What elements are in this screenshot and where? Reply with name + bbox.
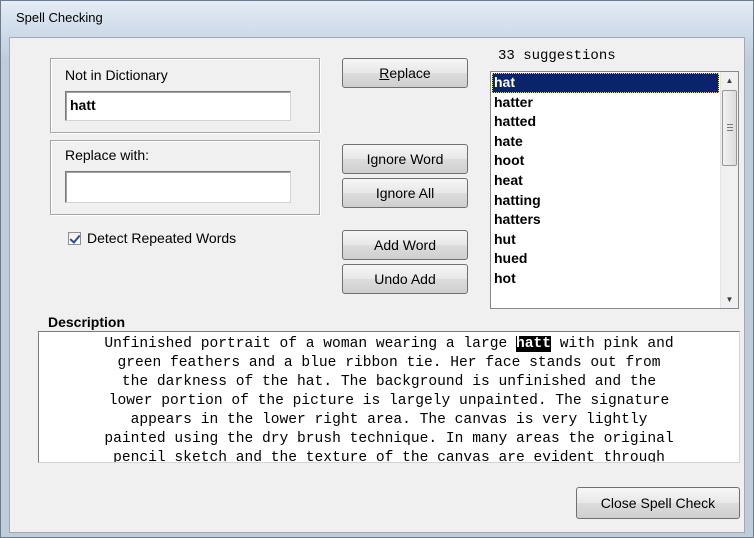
description-label: Description bbox=[48, 314, 126, 330]
suggestion-item[interactable]: hatters bbox=[492, 210, 719, 230]
suggestions-items: hat hatter hatted hate hoot heat hatting hatter… bbox=[492, 73, 719, 289]
detect-repeated-words-option[interactable]: Detect Repeated Words bbox=[68, 230, 236, 246]
suggestions-list[interactable]: hat hatter hatted hate hoot heat hatting hatter… bbox=[490, 71, 739, 309]
suggestion-item[interactable]: hate bbox=[492, 132, 719, 152]
scroll-down-arrow-icon[interactable]: ▼ bbox=[721, 291, 738, 308]
not-in-dictionary-field[interactable]: hatt bbox=[65, 91, 291, 121]
suggestions-scrollbar[interactable]: ▲ ▼ bbox=[720, 72, 738, 308]
description-line: painted using the dry brush technique. I… bbox=[104, 431, 674, 447]
scroll-thumb[interactable] bbox=[722, 90, 737, 166]
close-spell-check-button[interactable]: Close Spell Check bbox=[576, 487, 740, 519]
window-title: Spell Checking bbox=[16, 10, 103, 25]
description-line: the darkness of the hat. The background … bbox=[121, 374, 657, 390]
spell-check-window: Spell Checking Not in Dictionary hatt Re… bbox=[0, 0, 754, 538]
replace-with-field[interactable] bbox=[65, 171, 291, 203]
detect-repeated-words-label: Detect Repeated Words bbox=[87, 230, 237, 246]
not-in-dictionary-label: Not in Dictionary bbox=[65, 67, 168, 83]
grip-line-icon bbox=[727, 124, 733, 125]
detect-repeated-words-checkbox[interactable] bbox=[68, 231, 81, 245]
grip-line-icon bbox=[727, 127, 733, 128]
replace-button-label: eplace bbox=[389, 65, 431, 81]
grip-line-icon bbox=[727, 130, 733, 131]
add-word-button[interactable]: Add Word bbox=[342, 230, 468, 260]
description-line: appears in the lower right area. The can… bbox=[130, 412, 648, 428]
not-in-dictionary-group: Not in Dictionary hatt bbox=[50, 58, 320, 133]
description-text-after: with pink and bbox=[551, 336, 674, 352]
ignore-word-button[interactable]: Ignore Word bbox=[342, 144, 468, 174]
replace-button-mnemonic: R bbox=[379, 65, 390, 81]
suggestion-item[interactable]: hat bbox=[492, 73, 719, 93]
suggestion-item[interactable]: hued bbox=[492, 249, 719, 269]
suggestion-item[interactable]: hot bbox=[492, 269, 719, 289]
suggestion-item[interactable]: hoot bbox=[492, 151, 719, 171]
description-line: pencil sketch and the texture of the can… bbox=[113, 450, 665, 463]
ignore-all-button[interactable]: Ignore All bbox=[342, 178, 468, 208]
misspelled-word-highlight: hatt bbox=[515, 336, 552, 352]
suggestion-item[interactable]: hatter bbox=[492, 93, 719, 113]
scroll-up-arrow-icon[interactable]: ▲ bbox=[721, 72, 738, 89]
replace-button[interactable]: Replace bbox=[342, 58, 468, 88]
description-line: green feathers and a blue ribbon tie. He… bbox=[117, 355, 661, 371]
replace-with-label: Replace with: bbox=[65, 147, 150, 163]
dialog-client-area: Not in Dictionary hatt Replace with: Det… bbox=[9, 37, 745, 533]
suggestion-item[interactable]: hatting bbox=[492, 191, 719, 211]
description-text-before: Unfinished portrait of a woman wearing a… bbox=[104, 336, 516, 352]
description-line: lower portion of the picture is largely … bbox=[108, 393, 670, 409]
suggestions-count: 33 suggestions bbox=[498, 48, 616, 64]
description-textarea[interactable]: Unfinished portrait of a woman wearing a… bbox=[38, 331, 740, 463]
replace-with-group: Replace with: bbox=[50, 140, 320, 215]
undo-add-button[interactable]: Undo Add bbox=[342, 264, 468, 294]
suggestion-item[interactable]: hatted bbox=[492, 112, 719, 132]
suggestion-item[interactable]: heat bbox=[492, 171, 719, 191]
description-line: Unfinished portrait of a woman wearing a… bbox=[39, 335, 739, 354]
suggestion-item[interactable]: hut bbox=[492, 230, 719, 250]
